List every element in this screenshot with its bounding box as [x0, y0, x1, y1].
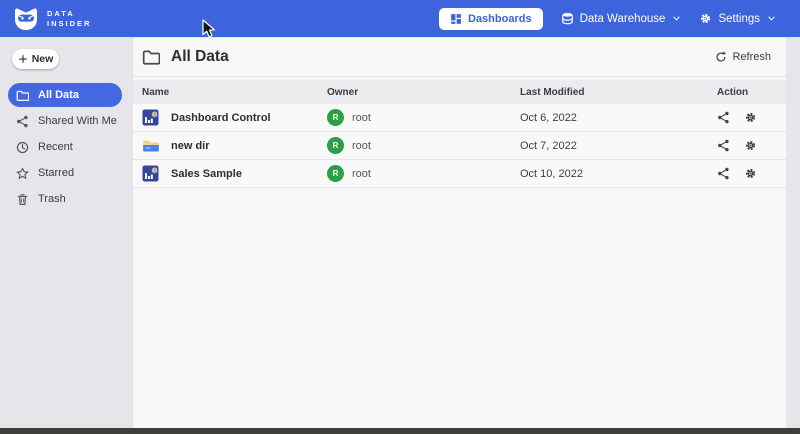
clock-icon — [16, 141, 29, 154]
sidebar-item-all-data[interactable]: All Data — [8, 83, 122, 107]
settings-label: Settings — [718, 13, 760, 25]
table-row[interactable]: new dir R root Oct 7, 2022 — [133, 132, 786, 160]
sidebar-item-starred[interactable]: Starred — [8, 161, 122, 185]
dashboard-file-icon — [142, 109, 159, 126]
sidebar-item-label: All Data — [38, 89, 79, 101]
action-cell — [715, 139, 786, 152]
owner-avatar: R — [327, 165, 344, 182]
database-icon — [561, 12, 574, 25]
chevron-down-icon — [767, 14, 776, 23]
brand-line2: INSIDER — [47, 19, 91, 29]
column-header-name: Name — [133, 87, 327, 98]
last-modified-cell: Oct 6, 2022 — [520, 112, 715, 124]
owner-avatar: R — [327, 109, 344, 126]
new-button[interactable]: New — [12, 49, 59, 69]
item-name: Dashboard Control — [171, 112, 271, 124]
data-warehouse-label: Data Warehouse — [580, 13, 666, 25]
dashboards-button[interactable]: Dashboards — [439, 8, 543, 30]
sidebar-item-label: Recent — [38, 141, 73, 153]
top-navbar: DATA INSIDER Dashboards Data Warehouse S… — [0, 0, 800, 37]
app-window: DATA INSIDER Dashboards Data Warehouse S… — [0, 0, 800, 434]
refresh-icon — [715, 51, 727, 63]
brand-logo[interactable]: DATA INSIDER — [13, 7, 91, 31]
item-name: Sales Sample — [171, 168, 242, 180]
name-cell: Dashboard Control — [133, 109, 327, 126]
share-icon[interactable] — [717, 167, 730, 180]
sidebar-item-shared-with-me[interactable]: Shared With Me — [8, 109, 122, 133]
refresh-label: Refresh — [732, 51, 771, 63]
last-modified-cell: Oct 10, 2022 — [520, 168, 715, 180]
window-bottom-edge — [0, 428, 800, 434]
owl-logo-icon — [13, 7, 39, 31]
brand-name: DATA INSIDER — [47, 9, 91, 29]
main-content: All Data Refresh Name Owner Last Modifie… — [133, 38, 786, 428]
owner-name: root — [352, 140, 371, 152]
settings-menu[interactable]: Settings — [699, 12, 776, 25]
item-name: new dir — [171, 140, 210, 152]
last-modified-cell: Oct 7, 2022 — [520, 140, 715, 152]
share-icon[interactable] — [717, 139, 730, 152]
share-icon[interactable] — [717, 111, 730, 124]
name-cell: new dir — [133, 137, 327, 154]
plus-icon — [18, 54, 28, 64]
gear-icon[interactable] — [744, 167, 757, 180]
owner-cell: R root — [327, 165, 520, 182]
owner-cell: R root — [327, 137, 520, 154]
folder-icon — [142, 48, 160, 66]
owner-name: root — [352, 168, 371, 180]
trash-icon — [16, 193, 29, 206]
new-button-label: New — [32, 53, 54, 65]
column-header-owner: Owner — [327, 87, 520, 98]
table-row[interactable]: Dashboard Control R root Oct 6, 2022 — [133, 104, 786, 132]
name-cell: Sales Sample — [133, 165, 327, 182]
owner-cell: R root — [327, 109, 520, 126]
column-header-last-modified: Last Modified — [520, 87, 715, 98]
sidebar-item-label: Starred — [38, 167, 74, 179]
content-header: All Data Refresh — [133, 38, 786, 77]
action-cell — [715, 111, 786, 124]
column-header-action: Action — [715, 87, 786, 98]
sidebar-item-label: Trash — [38, 193, 66, 205]
owner-name: root — [352, 112, 371, 124]
brand-line1: DATA — [47, 9, 91, 19]
data-warehouse-menu[interactable]: Data Warehouse — [561, 12, 682, 25]
dashboards-label: Dashboards — [468, 13, 532, 25]
gear-icon — [699, 12, 712, 25]
sidebar-item-recent[interactable]: Recent — [8, 135, 122, 159]
owner-avatar: R — [327, 137, 344, 154]
page-title-label: All Data — [171, 48, 229, 66]
share-icon — [16, 115, 29, 128]
dashboard-grid-icon — [450, 13, 462, 25]
table-row[interactable]: Sales Sample R root Oct 10, 2022 — [133, 160, 786, 188]
dashboard-file-icon — [142, 165, 159, 182]
sidebar-item-label: Shared With Me — [38, 115, 117, 127]
sidebar-item-trash[interactable]: Trash — [8, 187, 122, 211]
navbar-menu: Dashboards Data Warehouse Settings — [439, 8, 776, 30]
star-icon — [16, 167, 29, 180]
refresh-button[interactable]: Refresh — [715, 51, 771, 63]
folder-file-icon — [142, 137, 159, 154]
chevron-down-icon — [672, 14, 681, 23]
action-cell — [715, 167, 786, 180]
gear-icon[interactable] — [744, 139, 757, 152]
table-header-row: Name Owner Last Modified Action — [133, 80, 786, 104]
gear-icon[interactable] — [744, 111, 757, 124]
folder-icon — [16, 89, 29, 102]
page-title: All Data — [142, 48, 229, 66]
sidebar: New All Data Shared With Me Recent Starr… — [0, 37, 133, 428]
